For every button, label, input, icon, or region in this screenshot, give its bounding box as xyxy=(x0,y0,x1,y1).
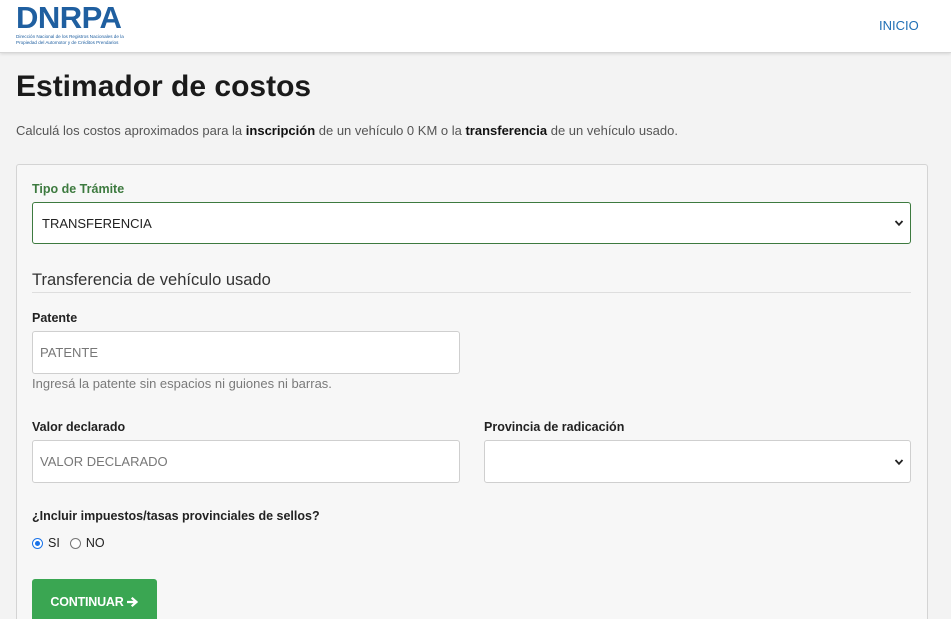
tipo-tramite-select[interactable]: TRANSFERENCIA xyxy=(32,202,911,244)
intro-bold-inscripcion: inscripción xyxy=(245,123,316,138)
chevron-down-icon xyxy=(894,458,904,465)
logo-text: DNRPA xyxy=(16,0,122,35)
tipo-tramite-value: TRANSFERENCIA xyxy=(42,215,152,231)
continuar-label: CONTINUAR xyxy=(50,594,124,609)
section-divider xyxy=(32,292,911,293)
radio-no-label[interactable]: NO xyxy=(86,536,105,550)
radio-si-label[interactable]: SI xyxy=(48,536,60,550)
arrow-right-icon xyxy=(126,596,138,607)
provincia-label: Provincia de radicación xyxy=(484,420,625,434)
patente-label: Patente xyxy=(32,311,78,325)
radio-si[interactable] xyxy=(32,537,43,549)
top-navbar: DNRPA Dirección Nacional de los Registro… xyxy=(0,0,951,53)
chevron-down-icon xyxy=(894,220,904,227)
radio-no[interactable] xyxy=(69,537,81,549)
provincia-select[interactable] xyxy=(484,440,911,483)
tipo-tramite-label: Tipo de Trámite xyxy=(32,182,125,196)
page-title: Estimador de costos xyxy=(16,70,312,103)
impuestos-question-label: ¿Incluir impuestos/tasas provinciales de… xyxy=(32,509,320,523)
patente-input[interactable] xyxy=(32,331,460,374)
logo-subtitle: Dirección Nacional de los Registros Naci… xyxy=(16,34,124,45)
impuestos-radio-group: SI NO xyxy=(32,536,115,550)
section-title: Transferencia de vehículo usado xyxy=(32,271,271,289)
valor-declarado-input[interactable] xyxy=(32,440,460,483)
dnrpa-logo[interactable]: DNRPA Dirección Nacional de los Registro… xyxy=(16,2,136,45)
intro-bold-transferencia: transferencia xyxy=(465,123,548,138)
continuar-button[interactable]: CONTINUAR xyxy=(32,579,157,619)
patente-help-text: Ingresá la patente sin espacios ni guion… xyxy=(32,376,332,391)
valor-declarado-label: Valor declarado xyxy=(32,420,126,434)
nav-link-inicio[interactable]: INICIO xyxy=(879,18,919,33)
intro-text: Calculá los costos aproximados para la i… xyxy=(16,123,678,138)
